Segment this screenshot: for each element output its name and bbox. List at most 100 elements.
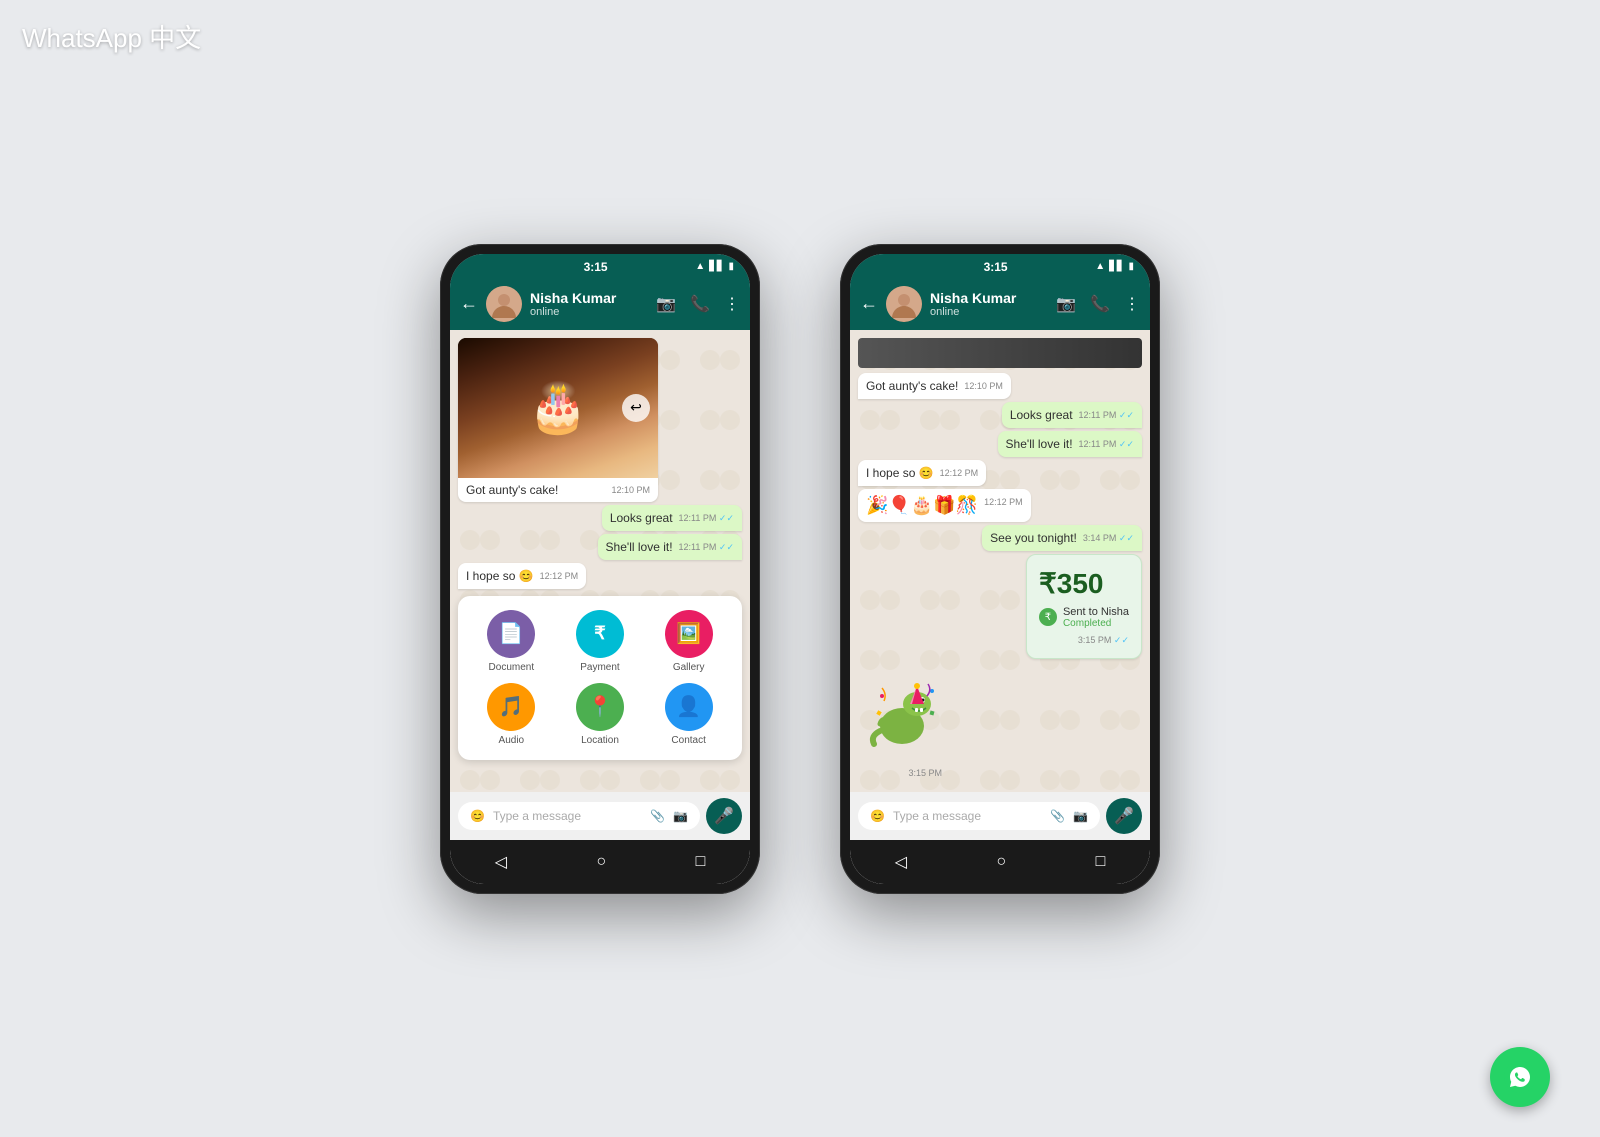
phone-2-contact-status: online [930,306,1048,318]
attach-grid: 📄 Document ₹ Payment 🖼️ [472,610,728,746]
msg2-see-you-text: See you tonight! [990,531,1077,545]
phones-container: 3:15 ▲ ▋▋ ▮ ← [440,244,1160,894]
phone-1-recent-nav[interactable]: □ [684,849,718,875]
forward-button[interactable]: ↩ [622,394,650,422]
emoji-icon[interactable]: 😊 [470,809,485,823]
payment-status-icon: ₹ [1039,608,1057,626]
msg2-looks-great-ticks: ✓✓ [1119,410,1134,420]
watermark: WhatsApp 中文 [22,18,201,55]
cake-image: 🎂 ↩ [458,338,658,478]
phone-1-screen: 3:15 ▲ ▋▋ ▮ ← [450,254,750,884]
phone-2-recent-nav[interactable]: □ [1084,849,1118,875]
dino-svg [862,666,942,756]
contact-label: Contact [671,735,705,746]
msg2-cake-time: 12:10 PM [964,381,1003,391]
phone-1-home-nav[interactable]: ○ [584,849,618,875]
phone-2-attach-icon[interactable]: 📎 [1050,809,1065,823]
msg2-i-hope: I hope so 😊 12:12 PM [858,460,986,486]
phone-1-time: 3:15 [584,260,608,274]
location-label: Location [581,735,619,746]
phone-1-status-bar: 3:15 ▲ ▋▋ ▮ [450,254,750,278]
attach-contact[interactable]: 👤 Contact [649,683,728,746]
payment-to: Sent to Nisha [1063,606,1129,618]
battery-icon: ▮ [728,261,734,272]
phone-2-message-input[interactable]: 😊 Type a message 📎 📷 [858,802,1100,830]
document-icon: 📄 [487,610,535,658]
placeholder-text: Type a message [493,809,642,823]
attach-audio[interactable]: 🎵 Audio [472,683,551,746]
phone-1-call-icon[interactable]: 📞 [690,294,710,314]
phone-2-screen: 3:15 ▲ ▋▋ ▮ ← [850,254,1150,884]
phone-2-back-nav[interactable]: ◁ [883,848,919,876]
audio-label: Audio [499,735,525,746]
phone-1-contact-info: Nisha Kumar online [530,290,648,318]
attach-icon[interactable]: 📎 [650,809,665,823]
payment-amount: ₹350 [1039,567,1129,600]
phone-1-avatar[interactable] [486,286,522,322]
payment-time: 3:15 PM ✓✓ [1078,635,1129,646]
phone-1-mic-button[interactable]: 🎤 [706,798,742,834]
phone-2-signal-icon: ▋▋ [1109,261,1124,272]
msg2-i-hope-time: 12:12 PM [940,468,979,478]
whatsapp-fab[interactable] [1490,1047,1550,1107]
phone-2-video-icon[interactable]: 📷 [1056,294,1076,314]
attach-location[interactable]: 📍 Location [561,683,640,746]
msg2-shell-love-text: She'll love it! [1006,437,1073,451]
msg-looks-great: Looks great 12:11 PM ✓✓ [602,505,742,531]
sticker-time: 3:15 PM [908,768,942,778]
cake-caption-text: Got aunty's cake! [466,483,558,497]
phone-2-avatar[interactable] [886,286,922,322]
phone-2-camera-icon[interactable]: 📷 [1073,809,1088,823]
gallery-label: Gallery [673,662,705,673]
msg-looks-great-text: Looks great [610,511,673,525]
phone-2-input-bar: 😊 Type a message 📎 📷 🎤 [850,792,1150,840]
msg-shell-love-text: She'll love it! [606,540,673,554]
phone-1-chat-body[interactable]: 🎂 ↩ Got aunty's cake! 12:10 PM Looks gre… [450,330,750,792]
wifi-icon: ▲ [695,261,705,272]
phone-1-back-nav[interactable]: ◁ [483,848,519,876]
phone-2-menu-icon[interactable]: ⋮ [1124,294,1140,314]
document-label: Document [489,662,535,673]
phone-1-back-button[interactable]: ← [460,293,478,314]
msg-shell-love: She'll love it! 12:11 PM ✓✓ [598,534,742,560]
phone-1-video-icon[interactable]: 📷 [656,294,676,314]
phone-2-time: 3:15 [984,260,1008,274]
msg2-shell-love-ticks: ✓✓ [1119,439,1134,449]
emoji-message: 🎉🎈🎂🎁🎊 12:12 PM [858,489,1031,522]
payment-status: ₹ Sent to Nisha Completed [1039,606,1129,629]
phone-2-mic-button[interactable]: 🎤 [1106,798,1142,834]
phone-2-nav-bar: ◁ ○ □ [850,840,1150,884]
attach-payment[interactable]: ₹ Payment [561,610,640,673]
attach-gallery[interactable]: 🖼️ Gallery [649,610,728,673]
msg2-shell-love: She'll love it! 12:11 PM ✓✓ [998,431,1142,457]
camera-icon[interactable]: 📷 [673,809,688,823]
msg-i-hope-so: I hope so 😊 12:12 PM [458,563,586,589]
phone-2-battery-icon: ▮ [1128,261,1134,272]
phone-2-home-nav[interactable]: ○ [984,849,1018,875]
payment-info: Sent to Nisha Completed [1063,606,1129,629]
phone-2-call-icon[interactable]: 📞 [1090,294,1110,314]
payment-ticks: ✓✓ [1114,635,1129,645]
emoji-time: 12:12 PM [984,497,1023,507]
phone-1-avatar-img [486,286,522,322]
phone-2-chat-body[interactable]: Got aunty's cake! 12:10 PM Looks great 1… [850,330,1150,792]
attach-document[interactable]: 📄 Document [472,610,551,673]
phone-2-status-icons: ▲ ▋▋ ▮ [1095,261,1134,272]
msg2-cake: Got aunty's cake! 12:10 PM [858,373,1011,399]
msg2-i-hope-text: I hope so 😊 [866,466,934,480]
contact-icon: 👤 [665,683,713,731]
phone-1-menu-icon[interactable]: ⋮ [724,294,740,314]
phone-2-back-button[interactable]: ← [860,293,878,314]
payment-completed: Completed [1063,618,1129,629]
msg-i-hope-so-time: 12:12 PM [540,571,579,581]
phone-2-wifi-icon: ▲ [1095,261,1105,272]
partial-image [858,338,1142,368]
sticker-message: 3:15 PM [858,662,946,782]
phone-1-message-input[interactable]: 😊 Type a message 📎 📷 [458,802,700,830]
phone-2-emoji-icon[interactable]: 😊 [870,809,885,823]
dino-sticker [862,666,942,766]
msg2-cake-text: Got aunty's cake! [866,379,958,393]
phone-1-nav-bar: ◁ ○ □ [450,840,750,884]
phone-2-header-actions: 📷 📞 ⋮ [1056,294,1140,314]
phone-1-contact-status: online [530,306,648,318]
